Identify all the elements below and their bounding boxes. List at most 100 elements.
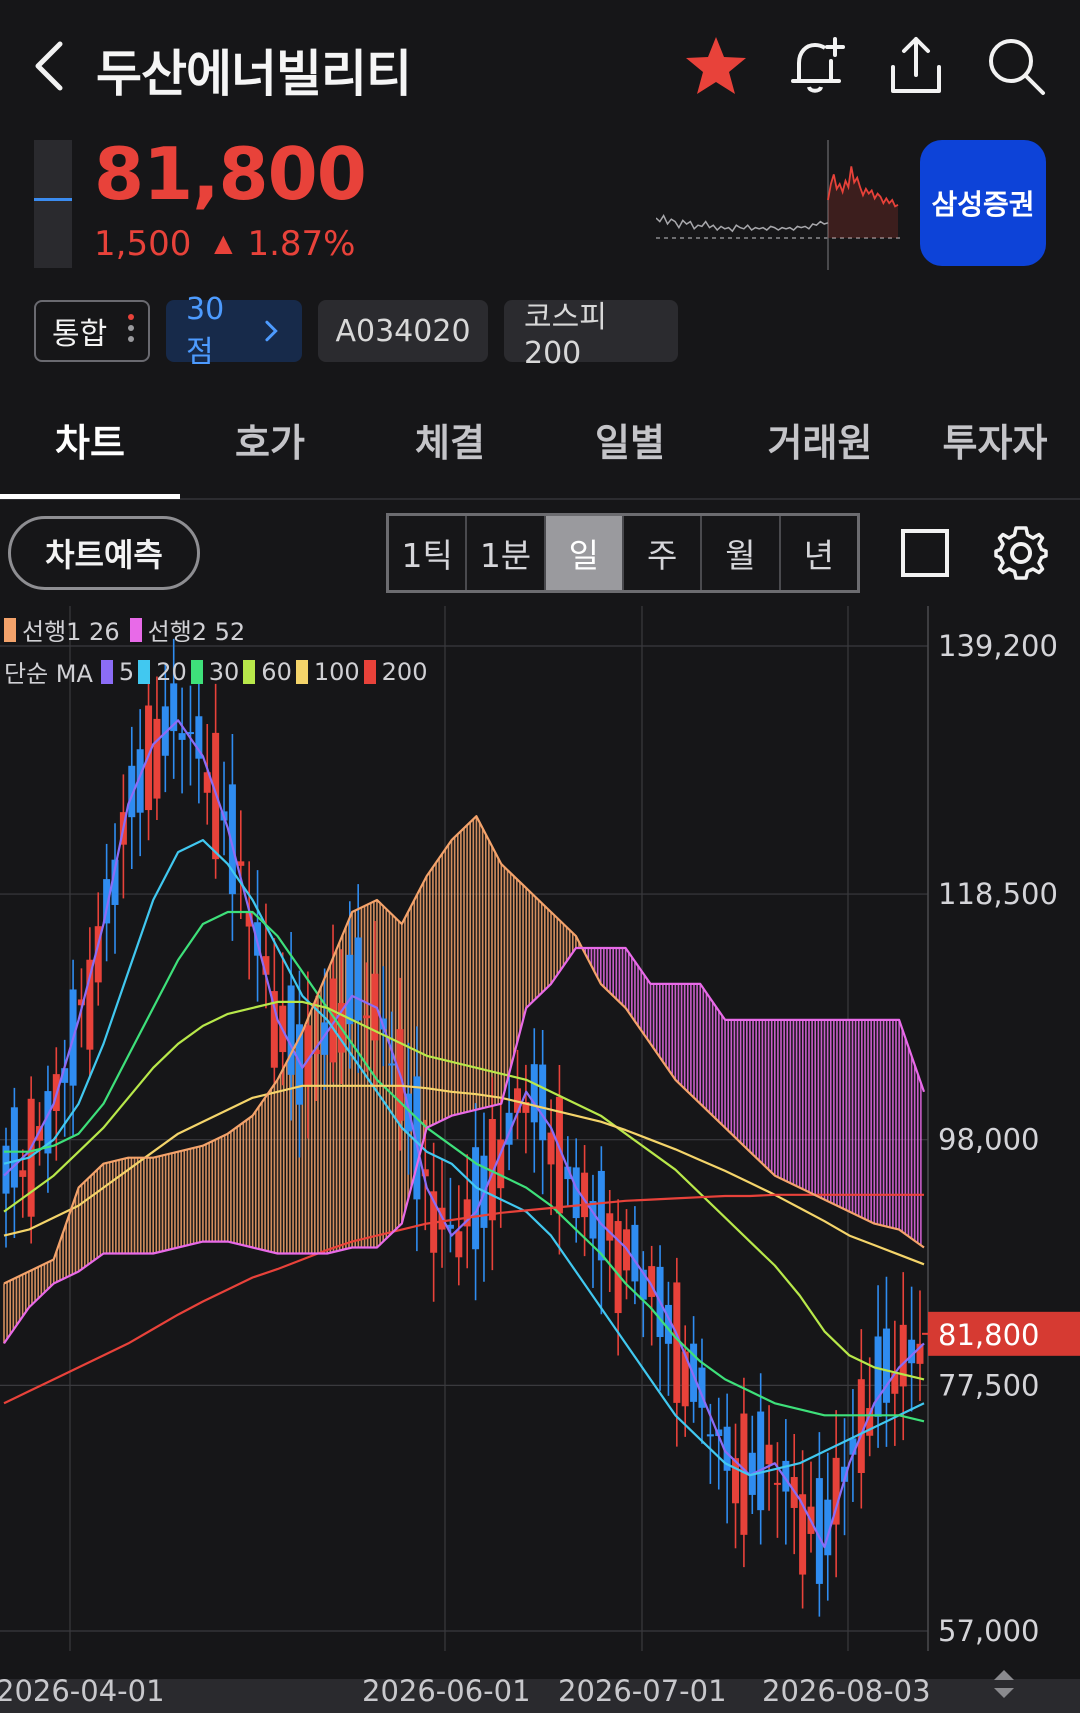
tab-investors[interactable]: 투자자 <box>930 412 1060 467</box>
search-icon <box>989 39 1045 95</box>
score-label: 30점 <box>186 291 225 370</box>
square-icon <box>901 529 949 577</box>
candle-body <box>388 1063 396 1066</box>
candle-body <box>178 733 186 740</box>
candle-body <box>346 954 354 1025</box>
index-chip[interactable]: 코스피200 <box>504 300 678 371</box>
candle-body <box>589 1201 597 1239</box>
candle-body <box>606 1213 614 1241</box>
candle-body <box>539 1064 547 1141</box>
legend-swatch-ma100 <box>295 659 308 684</box>
candle-body <box>597 1170 605 1261</box>
search-button[interactable] <box>980 30 1052 102</box>
candle-body <box>757 1411 765 1511</box>
chevron-left-icon <box>35 41 63 91</box>
period-day[interactable]: 일 <box>545 516 624 590</box>
legend-swatch-ma60 <box>243 659 256 684</box>
x-tick-label: 2026-04-01 <box>0 1674 165 1708</box>
price-change: 1,500 ▲ 1.87% <box>94 224 355 264</box>
legend-swatch-ma30 <box>190 659 203 684</box>
legend-swatch-leading2 <box>129 617 142 642</box>
candle-body <box>455 1231 463 1258</box>
candle-body <box>2 1145 10 1194</box>
x-tick-label: 2026-08-03 <box>762 1674 931 1708</box>
legend-swatch-ma5 <box>100 659 113 684</box>
period-month[interactable]: 월 <box>702 516 781 590</box>
gear-icon <box>994 526 1048 580</box>
legend-ma20: 20 <box>156 657 187 686</box>
y-tick-label: 139,200 <box>938 629 1058 663</box>
candle-body <box>153 718 161 799</box>
star-icon <box>686 37 746 94</box>
stock-code-chip[interactable]: A034020 <box>318 300 488 362</box>
bell-plus-icon <box>791 37 845 93</box>
period-tick[interactable]: 1틱 <box>389 516 468 590</box>
legend-swatch-leading1 <box>4 617 16 642</box>
share-icon <box>891 37 941 93</box>
legend-swatch-ma200 <box>363 659 376 684</box>
legend-ma-prefix: 단순 MA <box>4 660 93 688</box>
legend-ma100: 100 <box>313 657 360 686</box>
x-tick-label: 2026-06-01 <box>362 1674 531 1708</box>
chevron-right-icon <box>265 320 279 342</box>
change-percent: 1.87% <box>247 224 356 264</box>
legend-ma5: 5 <box>118 657 135 686</box>
settings-button[interactable] <box>988 520 1054 586</box>
current-price: 81,800 <box>94 132 367 216</box>
sparkline-previous <box>656 214 829 233</box>
candle-body <box>614 1221 622 1314</box>
candle-body <box>530 1064 538 1123</box>
y-tick-label: 77,500 <box>938 1368 1039 1402</box>
candle-body <box>765 1444 773 1465</box>
legend-swatch-ma20 <box>138 659 151 684</box>
broker-button[interactable]: 삼성증권 <box>920 140 1046 266</box>
intraday-sparkline[interactable] <box>656 140 902 270</box>
candle-body <box>773 1482 781 1485</box>
page-title: 두산에너빌리티 <box>96 45 412 103</box>
ma-legend: 단순 MA 5 20 30 60 100 200 <box>4 654 427 689</box>
legend-ma200: 200 <box>381 657 428 686</box>
tab-brokers[interactable]: 거래원 <box>750 412 890 467</box>
candle-body <box>363 1015 371 1019</box>
tab-chart[interactable]: 차트 <box>30 412 150 467</box>
candle-body <box>706 1434 714 1437</box>
price-range-bar <box>34 140 72 268</box>
period-year[interactable]: 년 <box>781 516 857 590</box>
sparkline-fill <box>828 166 898 238</box>
period-minute[interactable]: 1분 <box>467 516 546 590</box>
alert-button[interactable] <box>780 30 852 102</box>
score-chip[interactable]: 30점 <box>166 292 302 370</box>
favorite-button[interactable] <box>680 30 752 102</box>
candle-body <box>19 1170 27 1177</box>
candle-body <box>354 937 362 1021</box>
candle-body <box>10 1107 18 1188</box>
current-price-label: 81,800 <box>938 1318 1039 1352</box>
period-week[interactable]: 주 <box>624 516 703 590</box>
back-button[interactable] <box>30 38 70 94</box>
more-dots-icon <box>128 314 134 342</box>
tab-daily[interactable]: 일별 <box>570 412 690 467</box>
y-tick-label: 98,000 <box>938 1123 1039 1157</box>
candlestick-chart[interactable]: 139,200 118,500 98,000 77,500 57,000 81,800 20… <box>0 606 1080 1713</box>
up-arrow-icon: ▲ <box>214 229 233 257</box>
market-chip[interactable]: 통합 <box>34 300 150 362</box>
candle-body <box>631 1224 639 1282</box>
active-tab-indicator <box>0 494 180 499</box>
chart-predict-button[interactable]: 차트예측 <box>8 516 200 590</box>
legend-leading2: 선행2 52 <box>147 618 246 646</box>
candle-body <box>874 1336 882 1417</box>
tab-trades[interactable]: 체결 <box>390 412 510 467</box>
tab-orderbook[interactable]: 호가 <box>210 412 330 467</box>
period-selector: 1틱 1분 일 주 월 년 <box>386 513 860 593</box>
market-label: 통합 <box>52 317 108 352</box>
candle-body <box>287 985 295 1075</box>
ichimoku-legend: 선행1 26 선행2 52 <box>4 612 245 647</box>
legend-ma30: 30 <box>208 657 240 686</box>
legend-leading1: 선행1 26 <box>22 618 120 646</box>
fullscreen-button[interactable] <box>892 520 958 586</box>
change-amount: 1,500 <box>94 224 192 264</box>
candle-body <box>899 1324 907 1387</box>
share-button[interactable] <box>880 30 952 102</box>
price-chart[interactable]: 139,200 118,500 98,000 77,500 57,000 81,800 20… <box>0 606 1080 1713</box>
x-tick-label: 2026-07-01 <box>558 1674 727 1708</box>
